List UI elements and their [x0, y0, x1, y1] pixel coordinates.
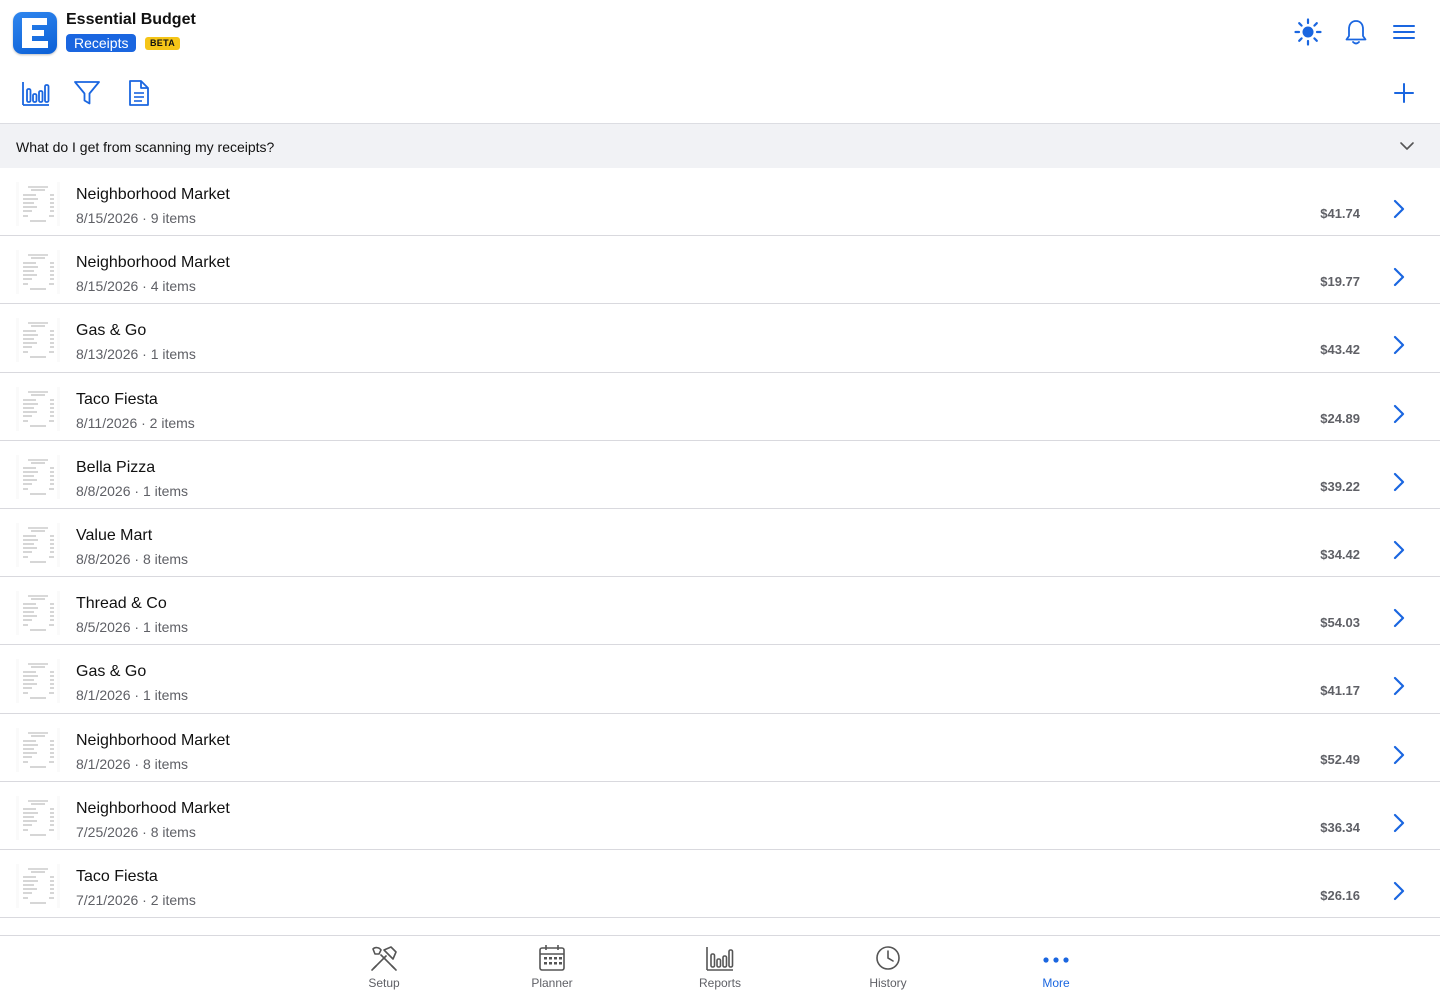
- chevron-right-icon: [1392, 266, 1406, 288]
- receipt-row[interactable]: Neighborhood Market 7/25/2026 · 8 items …: [0, 782, 1440, 850]
- receipt-row[interactable]: Taco Fiesta 7/21/2026 · 2 items $26.16: [0, 850, 1440, 919]
- receipt-thumbnail: [16, 522, 60, 567]
- receipt-amount: $26.16: [1320, 887, 1360, 903]
- tab-bar: Setup Planner Reports History More: [0, 935, 1440, 1000]
- receipt-date-items: 8/8/2026 · 1 items: [76, 482, 189, 499]
- receipt-date-items: 7/25/2026 · 8 items: [76, 823, 196, 840]
- chevron-right-icon: [1392, 198, 1406, 220]
- receipt-amount: $36.34: [1320, 819, 1360, 835]
- receipt-row[interactable]: Neighborhood Market 8/15/2026 · 4 items …: [0, 236, 1440, 305]
- receipt-amount: $41.17: [1320, 683, 1360, 699]
- merchant-name: Neighborhood Market: [76, 186, 230, 203]
- bar-chart-icon: [706, 947, 734, 971]
- tab-label: History: [869, 976, 907, 990]
- receipt-row[interactable]: Neighborhood Market 8/1/2026 · 8 items $…: [0, 714, 1440, 782]
- receipt-row[interactable]: Value Mart 8/8/2026 · 8 items $34.42: [0, 509, 1440, 578]
- receipt-row[interactable]: Gas & Go 8/1/2026 · 1 items $41.17: [0, 645, 1440, 714]
- receipt-date-items: 8/8/2026 · 8 items: [76, 550, 189, 567]
- receipt-date-items: 8/1/2026 · 8 items: [76, 755, 189, 772]
- receipt-thumbnail: [16, 454, 60, 499]
- chevron-right-icon: [1392, 539, 1406, 561]
- chevron-right-icon: [1392, 471, 1406, 493]
- sun-icon[interactable]: [1293, 17, 1323, 47]
- tab-history[interactable]: History: [833, 944, 943, 996]
- receipt-date-items: 8/11/2026 · 2 items: [76, 414, 195, 431]
- receipt-thumbnail: [16, 863, 60, 908]
- receipt-thumbnail: [16, 318, 60, 363]
- tools-icon: [371, 946, 397, 971]
- receipt-date-items: 8/15/2026 · 4 items: [76, 278, 196, 295]
- receipt-thumbnail: [16, 250, 60, 295]
- receipt-amount: $19.77: [1320, 274, 1360, 290]
- receipt-thumbnail: [16, 727, 60, 772]
- chevron-right-icon: [1392, 880, 1406, 902]
- receipt-row[interactable]: Neighborhood Market 8/15/2026 · 9 items …: [0, 168, 1440, 237]
- merchant-name: Value Mart: [76, 526, 153, 544]
- chevron-down-icon: [1398, 137, 1416, 155]
- tab-setup[interactable]: Setup: [329, 944, 439, 996]
- app-header: Essential Budget Receipts BETA: [0, 0, 1440, 64]
- chevron-right-icon: [1392, 334, 1406, 356]
- tab-reports[interactable]: Reports: [665, 944, 775, 996]
- receipt-amount: $43.42: [1320, 342, 1360, 358]
- receipt-date-items: 8/5/2026 · 1 items: [76, 619, 189, 636]
- tab-label: Setup: [368, 976, 400, 990]
- section-label: Receipts: [66, 34, 137, 52]
- chevron-right-icon: [1392, 403, 1406, 425]
- faq-disclosure[interactable]: What do I get from scanning my receipts?: [0, 123, 1440, 168]
- menu-icon[interactable]: [1389, 17, 1419, 47]
- receipt-thumbnail: [16, 591, 60, 636]
- receipt-amount: $39.22: [1320, 478, 1360, 494]
- toolbar: [0, 64, 1440, 123]
- beta-badge: BETA: [145, 37, 181, 50]
- tab-label: Reports: [698, 976, 742, 990]
- receipt-list: Neighborhood Market 8/15/2026 · 9 items …: [0, 168, 1440, 935]
- merchant-name: Neighborhood Market: [76, 731, 230, 749]
- receipt-row[interactable]: Gas & Go 8/13/2026 · 1 items $43.42: [0, 304, 1440, 373]
- receipt-amount: $54.03: [1320, 615, 1360, 631]
- more-dots-icon: [1043, 957, 1069, 963]
- clock-icon: [876, 946, 900, 970]
- receipt-row[interactable]: Thread & Co 8/5/2026 · 1 items $54.03: [0, 577, 1440, 646]
- merchant-name: Neighborhood Market: [76, 799, 230, 817]
- reports-chart-icon[interactable]: [21, 78, 51, 108]
- receipt-date-items: 8/13/2026 · 1 items: [76, 346, 196, 363]
- receipt-thumbnail: [16, 795, 60, 840]
- merchant-name: Thread & Co: [76, 595, 167, 613]
- app-logo: [13, 12, 57, 54]
- receipt-date-items: 7/21/2026 · 2 items: [76, 891, 196, 908]
- receipt-amount: $52.49: [1320, 751, 1360, 767]
- merchant-name: Gas & Go: [76, 322, 147, 340]
- receipt-date-items: 8/15/2026 · 9 items: [76, 210, 196, 226]
- merchant-name: Taco Fiesta: [76, 390, 158, 408]
- tab-more[interactable]: More: [1001, 944, 1111, 996]
- filter-icon[interactable]: [72, 78, 102, 108]
- plus-icon[interactable]: [1389, 78, 1419, 108]
- receipt-thumbnail: [16, 659, 60, 704]
- receipt-row[interactable]: Bella Pizza 8/8/2026 · 1 items $39.22: [0, 441, 1440, 509]
- receipt-thumbnail: [16, 386, 60, 431]
- chevron-right-icon: [1392, 607, 1406, 629]
- merchant-name: Bella Pizza: [76, 458, 156, 476]
- receipt-date-items: 8/1/2026 · 1 items: [76, 687, 189, 704]
- bell-icon[interactable]: [1341, 17, 1371, 47]
- tab-planner[interactable]: Planner: [497, 944, 607, 996]
- receipt-amount: $34.42: [1320, 546, 1360, 562]
- tab-label: More: [1042, 976, 1070, 990]
- receipt-amount: $24.89: [1320, 410, 1360, 426]
- chevron-right-icon: [1392, 812, 1406, 834]
- merchant-name: Neighborhood Market: [76, 254, 230, 272]
- document-icon[interactable]: [123, 78, 153, 108]
- receipt-amount: $41.74: [1320, 206, 1360, 221]
- receipt-row[interactable]: Taco Fiesta 8/11/2026 · 2 items $24.89: [0, 373, 1440, 441]
- calendar-icon: [539, 945, 565, 971]
- faq-question: What do I get from scanning my receipts?: [16, 139, 275, 155]
- chevron-right-icon: [1392, 675, 1406, 697]
- merchant-name: Gas & Go: [76, 663, 147, 681]
- app-title: Essential Budget: [66, 11, 196, 28]
- tab-label: Planner: [531, 976, 573, 990]
- merchant-name: Taco Fiesta: [76, 867, 158, 885]
- receipt-thumbnail: [16, 182, 60, 226]
- chevron-right-icon: [1392, 744, 1406, 766]
